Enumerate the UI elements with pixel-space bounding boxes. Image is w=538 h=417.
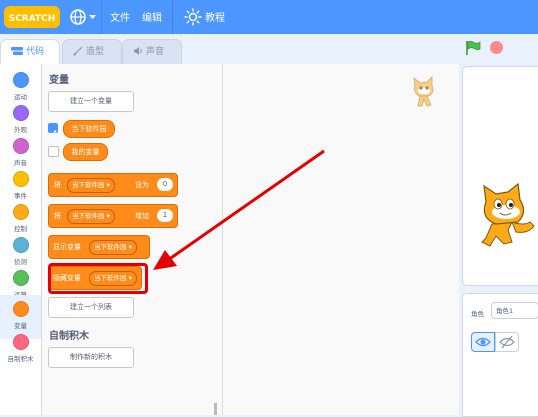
block-text: 显示变量 <box>53 243 81 251</box>
tab-code-label: 代码 <box>26 47 45 57</box>
tab-sounds-label: 声音 <box>146 47 165 57</box>
brush-icon <box>73 46 83 55</box>
variable-reporter[interactable]: 我的变量 <box>63 143 108 161</box>
eye-icon <box>475 337 491 347</box>
file-menu[interactable]: 文件 <box>110 9 130 24</box>
category-dot <box>12 301 29 317</box>
editor-tabs: 代码 造型 声音 <box>0 34 538 65</box>
variable-dropdown[interactable]: 当下软件园 ▾ <box>89 240 137 255</box>
category-dot <box>12 171 29 187</box>
sprite-label: 角色 <box>471 310 484 318</box>
value-input[interactable]: 0 <box>157 178 173 191</box>
my-blocks-section-title: 自制积木 <box>49 331 89 342</box>
tab-code[interactable]: 代码 <box>0 39 60 65</box>
menu-divider <box>101 0 102 34</box>
tab-costumes[interactable]: 造型 <box>62 39 122 65</box>
category-menu: 运动 外观 声音 事件 控制 侦测 运算 变量 自制积木 <box>0 64 42 415</box>
variable-checkbox-checked[interactable] <box>48 123 58 137</box>
scratch-logo[interactable]: SCRATCH <box>4 4 60 30</box>
category-dot <box>12 105 29 121</box>
value-input[interactable]: 1 <box>157 209 173 222</box>
dropdown-label: 当下软件园 <box>94 243 127 251</box>
show-sprite-button[interactable] <box>471 332 495 352</box>
category-dot <box>12 204 29 220</box>
make-variable-button[interactable]: 建立一个变量 <box>48 91 134 112</box>
tutorials-menu[interactable]: 教程 <box>205 9 225 24</box>
block-text: 增加 <box>135 212 149 220</box>
eye-slash-icon <box>499 335 515 349</box>
sprite-info-panel: 角色 角色1 <box>462 293 538 417</box>
variable-dropdown[interactable]: 当下软件园 ▾ <box>67 178 115 193</box>
menu-divider <box>172 0 173 34</box>
make-list-button[interactable]: 建立一个列表 <box>48 297 134 318</box>
make-block-button[interactable]: 制作新的积木 <box>48 347 134 368</box>
dropdown-label: 当下软件园 <box>72 212 105 220</box>
tab-sounds[interactable]: 声音 <box>122 39 182 65</box>
checkmark-icon <box>49 130 57 137</box>
green-flag-icon[interactable] <box>465 40 481 56</box>
show-variable-block[interactable]: 显示变量 当下软件园 ▾ <box>48 235 150 259</box>
tab-costumes-label: 造型 <box>86 47 105 57</box>
sprite-name-input[interactable]: 角色1 <box>491 302 538 319</box>
category-dot <box>12 237 29 253</box>
code-icon <box>11 46 23 55</box>
change-variable-block[interactable]: 将 当下软件园 ▾ 增加 1 <box>48 204 178 228</box>
variables-section-title: 变量 <box>49 75 69 86</box>
category-label: 自制积木 <box>7 355 34 363</box>
script-area[interactable] <box>223 64 459 415</box>
hide-sprite-button[interactable] <box>495 332 519 352</box>
category-my-blocks[interactable]: 自制积木 <box>0 328 41 372</box>
category-dot <box>12 270 29 286</box>
sprite-thumbnail-icon <box>413 76 434 107</box>
category-dot <box>12 72 29 88</box>
menu-bar: SCRATCH 文件 编辑 教程 <box>0 0 538 34</box>
block-text: 设为 <box>135 181 149 189</box>
block-palette: 变量 建立一个变量 当下软件园 我的变量 将 当下软件园 ▾ 设为 0 将 当下… <box>42 64 223 415</box>
language-globe-icon[interactable] <box>68 6 98 28</box>
category-dot <box>12 334 29 350</box>
cat-sprite-icon[interactable] <box>478 182 538 254</box>
set-variable-block[interactable]: 将 当下软件园 ▾ 设为 0 <box>48 173 178 197</box>
variable-dropdown[interactable]: 当下软件园 ▾ <box>67 209 115 224</box>
block-text: 将 <box>54 212 61 220</box>
speaker-icon <box>134 46 142 55</box>
lightbulb-icon[interactable] <box>184 8 202 26</box>
dropdown-label: 当下软件园 <box>72 181 105 189</box>
block-text: 将 <box>54 181 61 189</box>
edit-menu[interactable]: 编辑 <box>142 9 162 24</box>
highlight-box <box>48 263 148 294</box>
stop-icon[interactable] <box>490 41 503 54</box>
palette-scrollbar[interactable] <box>214 403 217 415</box>
category-dot <box>12 138 29 154</box>
variable-reporter[interactable]: 当下软件园 <box>63 120 115 138</box>
svg-text:SCRATCH: SCRATCH <box>9 14 56 24</box>
variable-checkbox[interactable] <box>48 146 59 157</box>
